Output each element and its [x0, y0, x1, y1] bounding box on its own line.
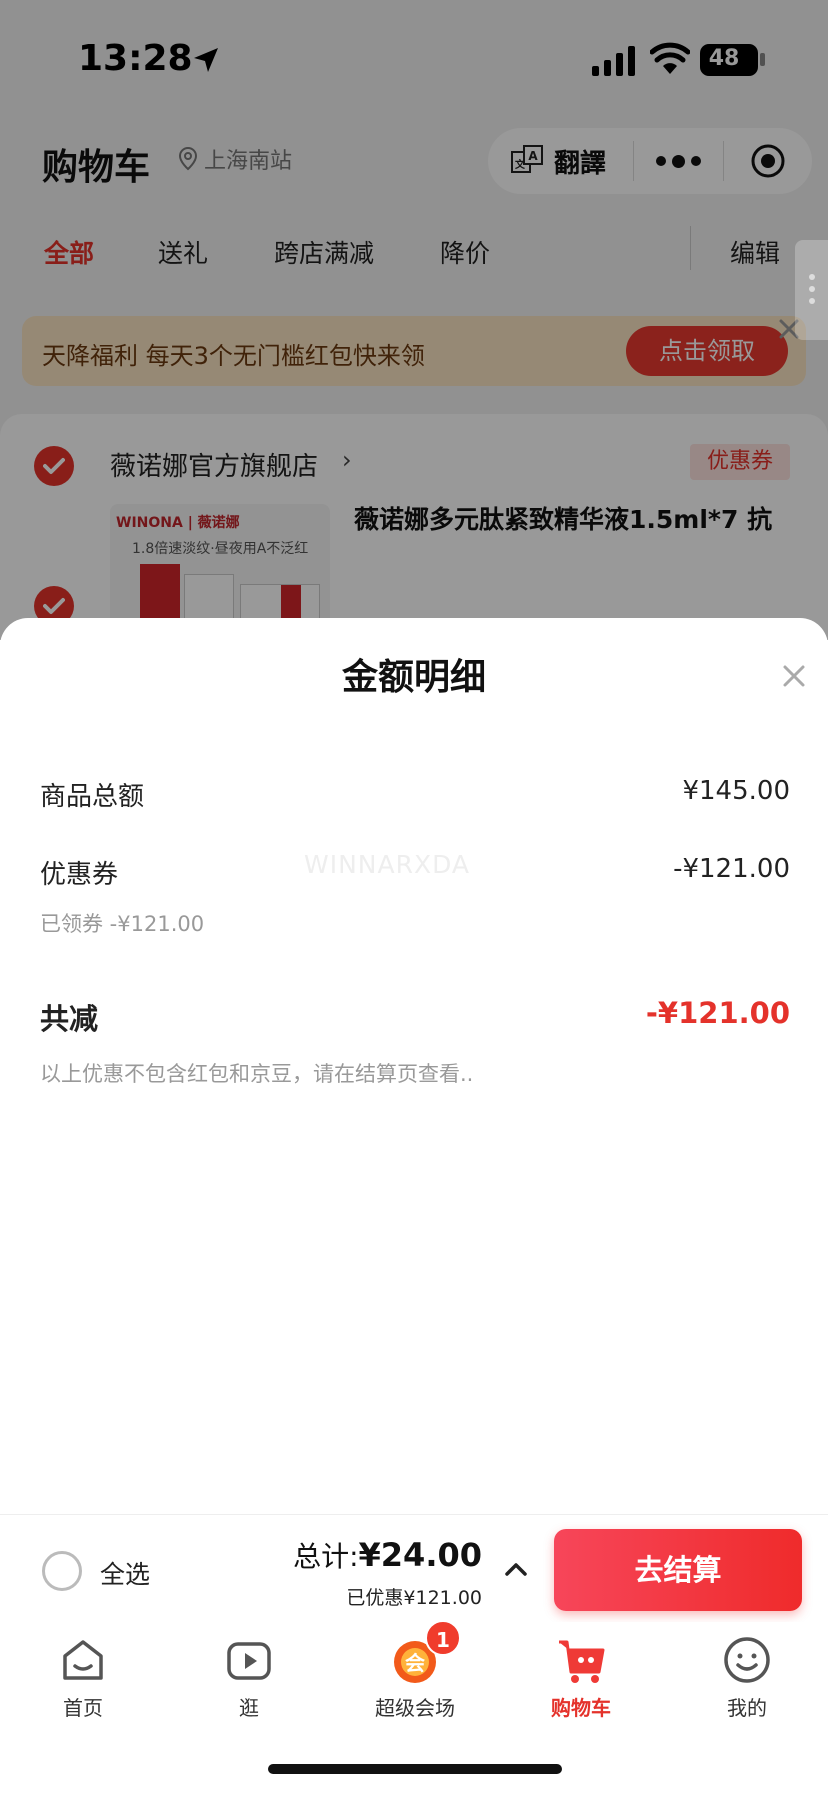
sheet-title: 金额明细 [341, 657, 486, 698]
home-indicator[interactable] [268, 1764, 562, 1774]
video-icon [223, 1634, 275, 1686]
tabbar-item-profile[interactable]: 我的 [664, 1634, 828, 1721]
coupon-label: 优惠券 [40, 860, 119, 890]
coupon-subtext: 已领券 -¥121.00 [40, 912, 205, 936]
svg-text:会: 会 [405, 1651, 425, 1675]
saved-amount: 已优惠¥121.00 [346, 1587, 482, 1609]
chevron-up-icon[interactable] [502, 1559, 530, 1579]
venue-icon: 会 1 [389, 1620, 461, 1686]
home-icon [57, 1634, 109, 1686]
watermark: WINNARXDA [304, 850, 471, 879]
tabbar-item-home[interactable]: 首页 [0, 1634, 166, 1721]
total-price: 总计:¥24.00 [0, 1535, 482, 1575]
close-icon[interactable] [776, 658, 812, 694]
tabbar-item-cart[interactable]: 购物车 [498, 1634, 664, 1721]
notification-badge: 1 [425, 1620, 461, 1656]
total-value: ¥24.00 [358, 1536, 482, 1574]
tabbar-label: 购物车 [551, 1696, 611, 1720]
coupon-value: -¥121.00 [673, 854, 790, 884]
total-prefix: 总计: [293, 1540, 359, 1573]
total-reduce-value: -¥121.00 [645, 996, 790, 1030]
goods-total-value: ¥145.00 [682, 776, 790, 806]
total-reduce-label: 共减 [40, 1002, 99, 1036]
tabbar-label: 超级会场 [375, 1696, 455, 1720]
profile-icon [721, 1634, 773, 1686]
checkout-button[interactable]: 去结算 [554, 1529, 802, 1611]
discount-note: 以上优惠不包含红包和京豆，请在结算页查看.. [40, 1062, 474, 1086]
tabbar-item-browse[interactable]: 逛 [166, 1634, 332, 1721]
tabbar-label: 逛 [239, 1696, 259, 1720]
tabbar-label: 首页 [63, 1696, 103, 1720]
tabbar-item-super-venue[interactable]: 会 1 超级会场 [332, 1620, 498, 1721]
cart-page-background: 13:28 48 购物车 上海南站 A 文 翻譯 全部 送礼 跨店满减 降价 编… [0, 0, 828, 654]
cart-icon [555, 1634, 607, 1686]
goods-total-label: 商品总额 [40, 782, 145, 812]
settle-bar: 全选 总计:¥24.00 已优惠¥121.00 去结算 [0, 1514, 828, 1622]
tabbar-label: 我的 [727, 1696, 767, 1720]
modal-backdrop[interactable] [0, 0, 828, 640]
floating-side-handle[interactable] [795, 240, 828, 340]
